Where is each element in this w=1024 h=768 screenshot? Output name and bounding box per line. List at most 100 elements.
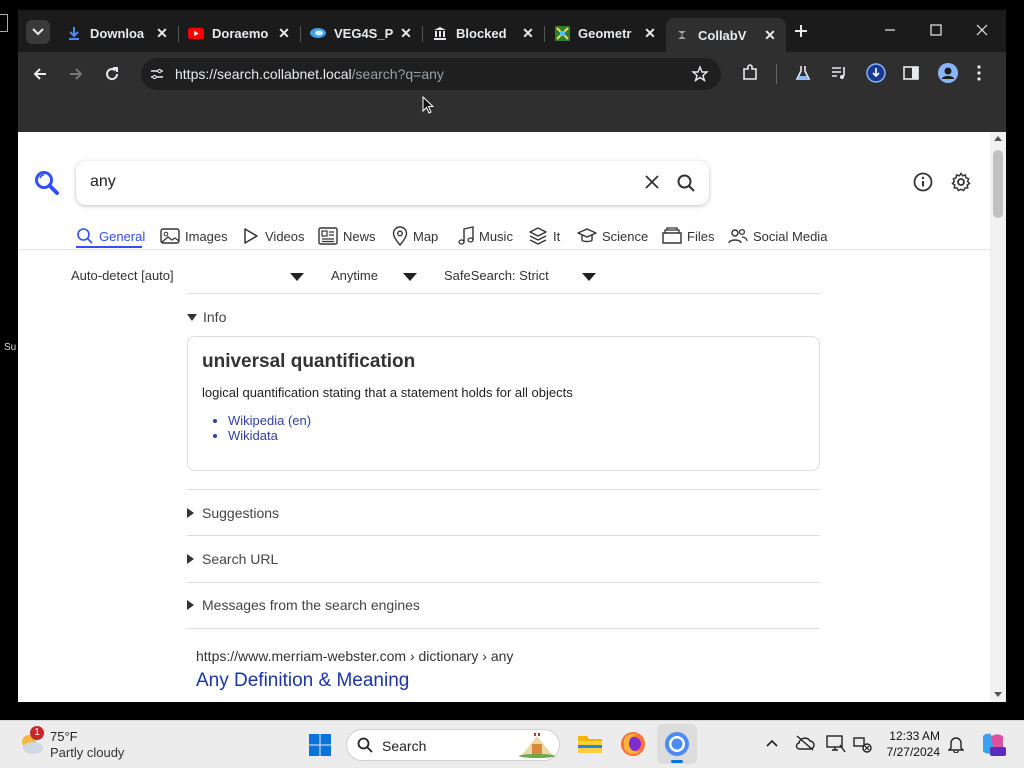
tab-geometry[interactable]: Geometr ✕ <box>546 18 666 48</box>
scrollbar-thumb[interactable] <box>993 150 1003 218</box>
info-icon <box>913 172 933 192</box>
tab-veg4s[interactable]: VEG4S_P ✕ <box>302 18 422 48</box>
site-info-icon[interactable] <box>149 66 165 82</box>
clock-time[interactable]: 12:33 AM <box>870 729 940 743</box>
close-icon[interactable]: ✕ <box>642 25 658 41</box>
start-button[interactable] <box>308 733 332 757</box>
suggestions-toggle[interactable]: Suggestions <box>187 505 279 521</box>
back-button[interactable] <box>32 66 48 82</box>
reload-icon <box>106 67 119 81</box>
divider <box>187 628 820 629</box>
bookmark-star-button[interactable] <box>691 65 709 83</box>
window-close-button[interactable] <box>976 24 988 36</box>
tab-files[interactable]: Files <box>662 224 714 248</box>
display-icon[interactable] <box>826 735 846 753</box>
labs-button[interactable] <box>794 64 812 82</box>
weather-description: Partly cloudy <box>50 745 125 760</box>
tab-music[interactable]: Music <box>458 224 513 248</box>
wikidata-link[interactable]: Wikidata <box>228 428 311 443</box>
file-explorer-icon[interactable] <box>577 731 603 755</box>
language-select[interactable]: Auto-detect [auto] <box>71 268 174 283</box>
close-icon[interactable]: ✕ <box>398 25 414 41</box>
search-url-toggle[interactable]: Search URL <box>187 551 278 567</box>
info-button[interactable] <box>913 172 933 192</box>
media-button[interactable] <box>830 64 848 82</box>
tab-collabvm[interactable]: CollabV ✕ <box>666 18 786 52</box>
firefox-icon[interactable] <box>620 731 646 757</box>
safesearch-select[interactable]: SafeSearch: Strict <box>444 268 549 283</box>
tab-videos[interactable]: Videos <box>242 224 305 248</box>
logo-search-icon[interactable] <box>34 170 60 196</box>
tab-news[interactable]: News <box>318 224 376 248</box>
scroll-down-icon[interactable] <box>994 692 1002 697</box>
copilot-icon[interactable] <box>980 731 1006 757</box>
close-icon[interactable]: ✕ <box>762 27 778 43</box>
search-input[interactable] <box>90 173 630 191</box>
page-scrollbar[interactable] <box>990 132 1006 702</box>
arrow-right-icon <box>70 68 83 80</box>
chevron-up-icon <box>766 739 778 747</box>
chevron-down-icon[interactable] <box>582 273 596 281</box>
avatar-icon <box>938 63 958 83</box>
menu-button[interactable] <box>976 65 982 81</box>
desktop-peek-text: Su <box>4 342 17 353</box>
tab-title: Geometr <box>578 25 632 41</box>
settings-button[interactable] <box>951 172 971 192</box>
tab-search-button[interactable] <box>26 20 50 44</box>
tab-images[interactable]: Images <box>160 224 228 248</box>
minimize-button[interactable] <box>884 24 896 36</box>
maximize-button[interactable] <box>930 24 942 36</box>
clock-date[interactable]: 7/27/2024 <box>870 745 940 759</box>
address-bar[interactable]: https://search.collabnet.local/search?q=… <box>141 58 721 90</box>
chevron-down-icon[interactable] <box>290 273 304 281</box>
chevron-down-icon[interactable] <box>403 273 417 281</box>
search-page: General Images Videos News Map Music It <box>18 132 990 702</box>
tab-downloads[interactable]: Downloa ✕ <box>58 18 178 48</box>
clear-search-button[interactable] <box>645 175 659 189</box>
time-range-select[interactable]: Anytime <box>331 268 378 283</box>
collapsed-triangle-icon <box>187 554 194 564</box>
wikipedia-link[interactable]: Wikipedia (en) <box>228 413 311 428</box>
tab-it[interactable]: It <box>528 224 560 248</box>
close-icon[interactable]: ✕ <box>520 25 536 41</box>
profile-button[interactable] <box>938 63 958 83</box>
reload-button[interactable] <box>104 66 120 82</box>
tab-label: Images <box>185 228 228 244</box>
map-pin-icon <box>392 226 408 246</box>
vpn-extension-button[interactable] <box>866 63 886 83</box>
new-tab-button[interactable] <box>792 22 810 40</box>
tray-overflow-button[interactable] <box>766 739 778 747</box>
tab-science[interactable]: Science <box>577 224 648 248</box>
result-title-link[interactable]: Any Definition & Meaning <box>196 670 409 692</box>
browser-toolbar: https://search.collabnet.local/search?q=… <box>18 52 1006 96</box>
forward-button[interactable] <box>68 66 84 82</box>
search-icon <box>357 737 373 753</box>
blocked-icon <box>432 25 448 41</box>
taskbar-search-label: Search <box>382 738 427 754</box>
kebab-menu-icon <box>977 65 981 81</box>
close-icon[interactable]: ✕ <box>276 25 292 41</box>
info-toggle[interactable]: Info <box>187 309 226 325</box>
side-panel-button[interactable] <box>902 64 920 82</box>
result-url[interactable]: https://www.merriam-webster.com › dictio… <box>196 648 513 664</box>
search-submit-button[interactable] <box>676 173 696 193</box>
engine-messages-toggle[interactable]: Messages from the search engines <box>187 597 420 613</box>
tab-general[interactable]: General <box>76 224 145 248</box>
notifications-button[interactable] <box>948 735 964 753</box>
tab-label: Videos <box>265 228 305 244</box>
cloud-offline-icon[interactable] <box>795 735 815 751</box>
scroll-up-icon[interactable] <box>994 136 1002 141</box>
section-label: Search URL <box>202 551 279 567</box>
browser-window: Downloa ✕ Doraemo ✕ VEG4S_P ✕ Blocked ✕ … <box>18 10 1006 702</box>
close-icon[interactable]: ✕ <box>154 25 170 41</box>
music-icon <box>458 226 474 245</box>
tab-blocked[interactable]: Blocked ✕ <box>424 18 544 48</box>
tab-social-media[interactable]: Social Media <box>728 224 827 248</box>
newspaper-icon <box>318 227 338 245</box>
tab-map[interactable]: Map <box>392 224 438 248</box>
divider <box>187 535 820 536</box>
extensions-button[interactable] <box>741 64 759 82</box>
taskbar-search[interactable]: Search <box>346 729 560 761</box>
tab-doraemon[interactable]: Doraemo ✕ <box>180 18 300 48</box>
chrome-taskbar-button[interactable] <box>657 724 697 764</box>
